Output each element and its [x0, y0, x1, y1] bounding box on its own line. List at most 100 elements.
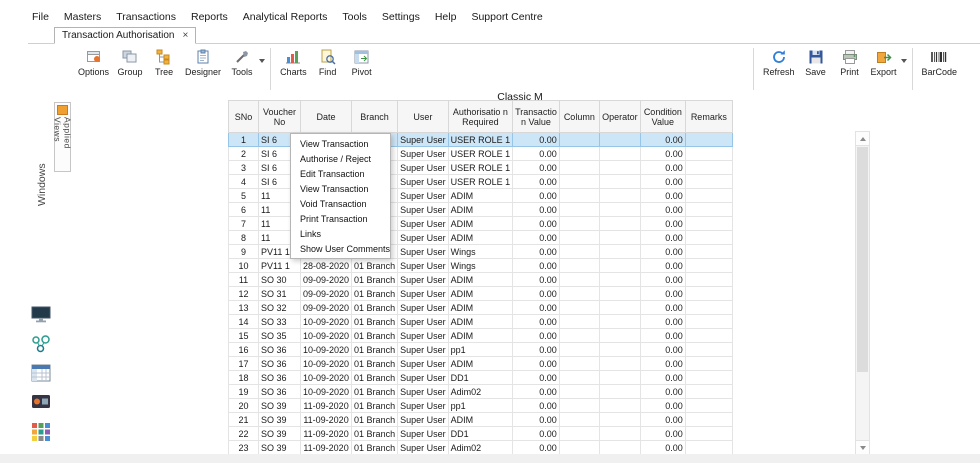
cell-column[interactable] — [558, 286, 600, 301]
cell-user[interactable]: Super User — [397, 342, 449, 357]
cell-column[interactable] — [558, 300, 600, 315]
cell-remarks[interactable] — [684, 230, 733, 245]
cell-operator[interactable] — [598, 328, 641, 343]
menu-item-settings[interactable]: Settings — [380, 10, 422, 24]
cell-branch[interactable]: 01 Branch — [351, 328, 399, 343]
cell-date[interactable]: 11-09-2020 — [299, 398, 353, 413]
cell-user[interactable]: Super User — [397, 146, 449, 161]
cell-branch[interactable]: 01 Branch — [351, 412, 399, 427]
scroll-up-button[interactable] — [856, 132, 869, 146]
options-button[interactable]: Options — [74, 46, 113, 79]
cell-user[interactable]: Super User — [397, 230, 449, 245]
table-row[interactable]: 17 SO 36 10-09-2020 01 Branch Super User ADIM… — [228, 356, 733, 371]
tiles-icon[interactable] — [31, 422, 51, 442]
cell-date[interactable]: 28-08-2020 — [299, 258, 353, 273]
cell-operator[interactable] — [598, 146, 641, 161]
cell-remarks[interactable] — [684, 216, 733, 231]
cell-sno[interactable]: 1 — [228, 132, 259, 147]
column-header[interactable]: SNo — [228, 100, 259, 133]
cell-cvalue[interactable]: 0.00 — [639, 160, 686, 175]
cell-branch[interactable]: 01 Branch — [351, 384, 399, 399]
cell-column[interactable] — [558, 230, 600, 245]
cell-voucher[interactable]: SO 33 — [258, 314, 301, 329]
cell-remarks[interactable] — [684, 160, 733, 175]
cell-remarks[interactable] — [684, 202, 733, 217]
cell-remarks[interactable] — [684, 328, 733, 343]
cell-cvalue[interactable]: 0.00 — [639, 188, 686, 203]
cell-sno[interactable]: 18 — [228, 370, 259, 385]
cell-operator[interactable] — [598, 202, 641, 217]
designer-button[interactable]: Designer — [181, 46, 225, 79]
cell-date[interactable]: 09-09-2020 — [299, 300, 353, 315]
cell-branch[interactable]: 01 Branch — [351, 300, 399, 315]
cell-auth[interactable]: DD1 — [447, 370, 514, 385]
cell-branch[interactable]: 01 Branch — [351, 370, 399, 385]
cell-date[interactable]: 10-09-2020 — [299, 370, 353, 385]
cell-sno[interactable]: 23 — [228, 440, 259, 455]
context-menu-item[interactable]: Edit Transaction — [291, 166, 390, 181]
cell-cvalue[interactable]: 0.00 — [639, 342, 686, 357]
cell-user[interactable]: Super User — [397, 356, 449, 371]
cell-user[interactable]: Super User — [397, 202, 449, 217]
tools-button[interactable]: Tools — [225, 46, 259, 79]
cell-remarks[interactable] — [684, 188, 733, 203]
cell-sno[interactable]: 14 — [228, 314, 259, 329]
cell-sno[interactable]: 6 — [228, 202, 259, 217]
nodes-icon[interactable] — [31, 335, 51, 353]
cell-remarks[interactable] — [684, 412, 733, 427]
cell-tvalue[interactable]: 0.00 — [512, 342, 560, 357]
cell-column[interactable] — [558, 244, 600, 259]
cell-sno[interactable]: 16 — [228, 342, 259, 357]
table-row[interactable]: 16 SO 36 10-09-2020 01 Branch Super User pp1 0… — [228, 342, 733, 357]
cell-tvalue[interactable]: 0.00 — [512, 384, 560, 399]
cell-user[interactable]: Super User — [397, 398, 449, 413]
table-row[interactable]: 10 PV11 1 28-08-2020 01 Branch Super User Win… — [228, 258, 733, 273]
cell-column[interactable] — [558, 328, 600, 343]
cell-operator[interactable] — [598, 160, 641, 175]
cell-user[interactable]: Super User — [397, 188, 449, 203]
cell-operator[interactable] — [598, 174, 641, 189]
cell-remarks[interactable] — [684, 286, 733, 301]
context-menu-item[interactable]: Show User Comments — [291, 241, 390, 256]
table-row[interactable]: 21 SO 39 11-09-2020 01 Branch Super User ADIM… — [228, 412, 733, 427]
cell-column[interactable] — [558, 314, 600, 329]
cell-date[interactable]: 10-09-2020 — [299, 328, 353, 343]
cell-cvalue[interactable]: 0.00 — [639, 412, 686, 427]
cell-voucher[interactable]: SO 31 — [258, 286, 301, 301]
cell-voucher[interactable]: SO 36 — [258, 342, 301, 357]
cell-cvalue[interactable]: 0.00 — [639, 258, 686, 273]
cell-branch[interactable]: 01 Branch — [351, 398, 399, 413]
cell-cvalue[interactable]: 0.00 — [639, 398, 686, 413]
cell-auth[interactable]: Adim02 — [447, 384, 514, 399]
cell-column[interactable] — [558, 272, 600, 287]
save-button[interactable]: Save — [799, 46, 833, 79]
cell-operator[interactable] — [598, 440, 641, 455]
table-row[interactable]: 19 SO 36 10-09-2020 01 Branch Super User Adim… — [228, 384, 733, 399]
table-row[interactable]: 23 SO 39 11-09-2020 01 Branch Super User Adim… — [228, 440, 733, 455]
vertical-scrollbar[interactable] — [855, 131, 870, 455]
cell-date[interactable]: 10-09-2020 — [299, 342, 353, 357]
cell-auth[interactable]: ADIM — [447, 216, 514, 231]
cell-branch[interactable]: 01 Branch — [351, 314, 399, 329]
applied-views-tab[interactable]: Applied Views — [53, 102, 73, 172]
cell-sno[interactable]: 4 — [228, 174, 259, 189]
cell-operator[interactable] — [598, 370, 641, 385]
cell-cvalue[interactable]: 0.00 — [639, 328, 686, 343]
cell-operator[interactable] — [598, 244, 641, 259]
cell-date[interactable]: 10-09-2020 — [299, 384, 353, 399]
cell-auth[interactable]: USER ROLE 1 — [447, 174, 514, 189]
cell-column[interactable] — [558, 174, 600, 189]
cell-remarks[interactable] — [684, 174, 733, 189]
cell-tvalue[interactable]: 0.00 — [512, 300, 560, 315]
cell-tvalue[interactable]: 0.00 — [512, 160, 560, 175]
print-button[interactable]: Print — [833, 46, 867, 79]
cell-remarks[interactable] — [684, 384, 733, 399]
export-button[interactable]: Export — [867, 46, 901, 79]
cell-sno[interactable]: 10 — [228, 258, 259, 273]
cell-cvalue[interactable]: 0.00 — [639, 300, 686, 315]
chevron-down-icon[interactable] — [259, 59, 266, 63]
cell-cvalue[interactable]: 0.00 — [639, 244, 686, 259]
cell-tvalue[interactable]: 0.00 — [512, 258, 560, 273]
cell-sno[interactable]: 13 — [228, 300, 259, 315]
cell-auth[interactable]: USER ROLE 1 — [447, 132, 514, 147]
